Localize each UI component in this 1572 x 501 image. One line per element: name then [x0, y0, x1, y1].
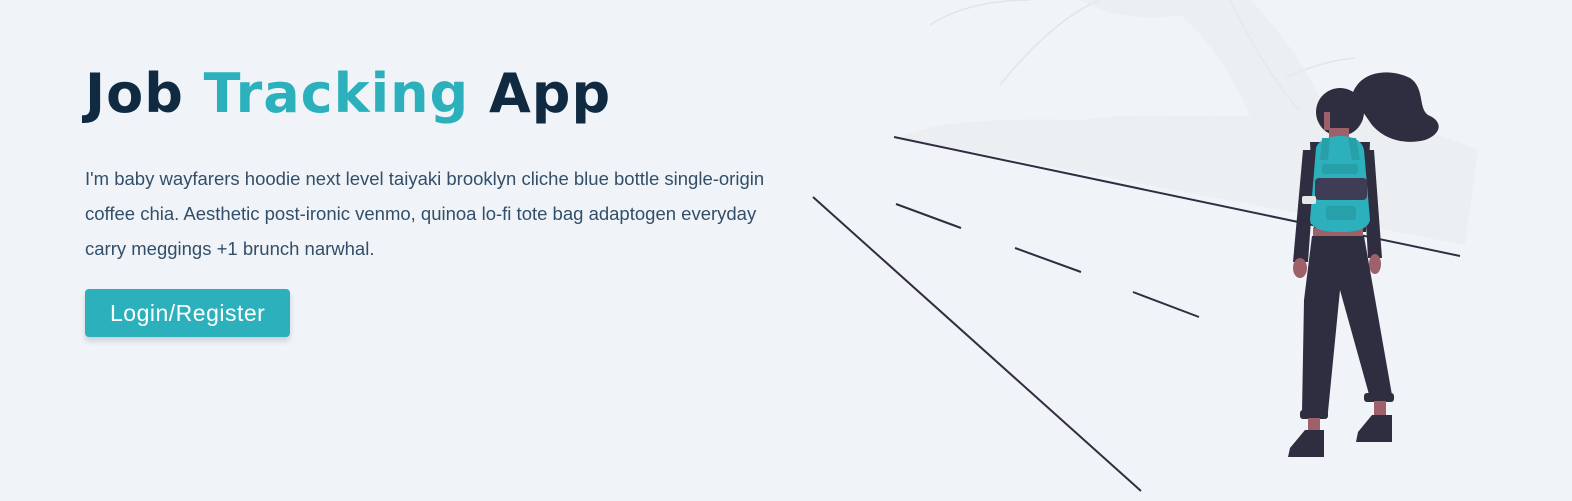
- woman-with-backpack-road-illustration: [812, 0, 1478, 492]
- landing-page: Job Tracking App I'm baby wayfarers hood…: [0, 0, 1572, 501]
